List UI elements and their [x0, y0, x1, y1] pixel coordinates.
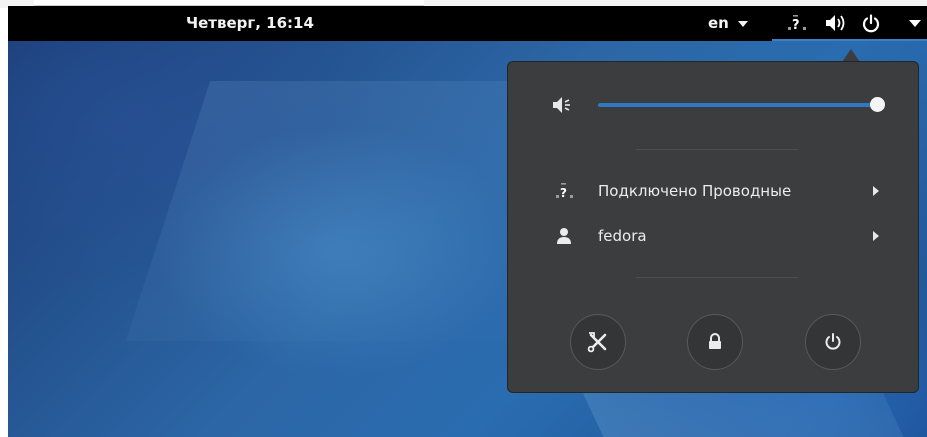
chevron-down-icon: [909, 20, 921, 27]
svg-text:?: ?: [560, 186, 567, 200]
system-menu-popup: ? Подключено Проводные fedora: [507, 61, 919, 393]
network-wired-no-route-icon: ?: [788, 15, 806, 32]
power-off-icon: [825, 333, 841, 350]
network-menu-item[interactable]: ? Подключено Проводные: [508, 176, 920, 206]
panel-clock[interactable]: Четверг, 16:14: [186, 6, 314, 41]
submenu-arrow-icon: [873, 231, 879, 241]
menu-separator: [636, 149, 798, 150]
volume-slider[interactable]: [598, 97, 885, 112]
volume-icon: [553, 97, 570, 113]
system-menu-active-indicator: [772, 39, 927, 41]
settings-icon: [587, 332, 607, 353]
network-status-label: Подключено Проводные: [598, 182, 792, 200]
menu-separator: [636, 277, 798, 278]
desktop-screen: Четверг, 16:14 en ? ? Подключено Проводн…: [0, 0, 927, 437]
power-off-button[interactable]: [805, 314, 861, 370]
system-menu-button[interactable]: ?: [772, 6, 927, 41]
user-menu-item[interactable]: fedora: [508, 221, 920, 251]
user-icon: [557, 228, 571, 244]
lock-icon: [709, 333, 721, 349]
svg-text:?: ?: [792, 18, 800, 32]
power-icon: [862, 14, 880, 33]
network-wired-no-route-icon: ?: [556, 183, 573, 200]
keyboard-layout-label: en: [708, 14, 729, 32]
lock-screen-button[interactable]: [687, 314, 743, 370]
chevron-down-icon: [738, 21, 748, 27]
volume-high-icon: [826, 15, 845, 31]
user-name-label: fedora: [598, 227, 647, 245]
keyboard-layout-indicator[interactable]: en: [708, 6, 748, 41]
submenu-arrow-icon: [873, 186, 879, 196]
volume-slider-handle[interactable]: [870, 97, 885, 112]
top-panel: Четверг, 16:14 en ?: [8, 6, 927, 41]
settings-button[interactable]: [570, 314, 626, 370]
